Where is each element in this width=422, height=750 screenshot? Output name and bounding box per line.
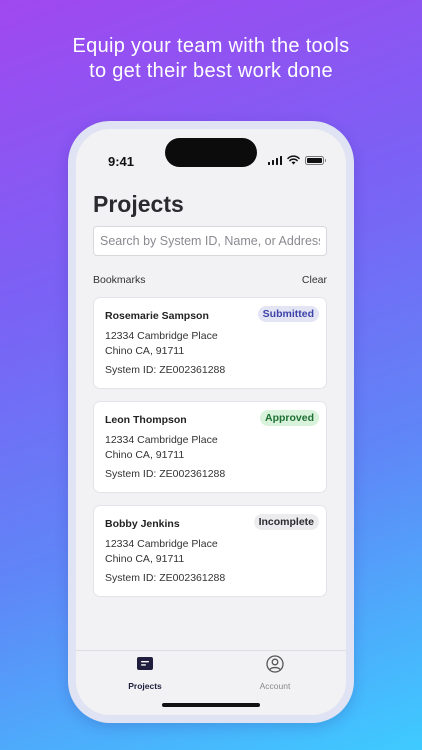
- project-address: 12334 Cambridge Place Chino CA, 91711: [105, 433, 218, 462]
- status-badge: Approved: [259, 410, 319, 426]
- phone-frame: 9:41 Projects Bookmarks Clear Rosemarie: [68, 121, 354, 723]
- dynamic-island: [165, 138, 257, 167]
- headline-line-2: to get their best work done: [89, 60, 333, 82]
- address-line-1: 12334 Cambridge Place: [105, 538, 218, 550]
- bookmarks-label: Bookmarks: [93, 274, 146, 286]
- status-badge: Submitted: [257, 306, 319, 322]
- project-card[interactable]: Rosemarie Sampson Submitted 12334 Cambri…: [93, 297, 327, 389]
- project-name: Leon Thompson: [105, 414, 187, 426]
- address-line-2: Chino CA, 91711: [105, 344, 185, 357]
- battery-icon: [305, 155, 326, 165]
- system-id: System ID: ZE002361288: [105, 468, 226, 480]
- tab-projects[interactable]: Projects: [110, 655, 180, 691]
- tab-projects-label: Projects: [128, 681, 162, 691]
- project-name: Rosemarie Sampson: [105, 310, 209, 322]
- address-line-1: 12334 Cambridge Place: [105, 434, 218, 446]
- search-input[interactable]: [93, 226, 327, 256]
- account-icon: [266, 655, 284, 673]
- address-line-2: Chino CA, 91711: [105, 552, 185, 565]
- project-address: 12334 Cambridge Place Chino CA, 91711: [105, 537, 218, 566]
- status-badge: Incomplete: [253, 514, 319, 530]
- marketing-headline: Equip your team with the tools to get th…: [0, 34, 422, 84]
- project-name: Bobby Jenkins: [105, 518, 180, 530]
- bookmarks-header: Bookmarks Clear: [93, 274, 327, 286]
- status-bar: 9:41: [76, 129, 346, 169]
- project-address: 12334 Cambridge Place Chino CA, 91711: [105, 329, 218, 358]
- cellular-signal-icon: [267, 155, 282, 165]
- home-indicator: [162, 703, 260, 707]
- headline-line-1: Equip your team with the tools: [72, 35, 350, 57]
- tab-account-label: Account: [259, 681, 291, 691]
- page-title: Projects: [93, 191, 184, 217]
- status-icons: [267, 155, 326, 165]
- phone-screen: 9:41 Projects Bookmarks Clear Rosemarie: [76, 129, 346, 715]
- tab-account[interactable]: Account: [240, 655, 310, 691]
- project-card[interactable]: Leon Thompson Approved 12334 Cambridge P…: [93, 401, 327, 493]
- wifi-icon: [287, 155, 300, 165]
- project-card[interactable]: Bobby Jenkins Incomplete 12334 Cambridge…: [93, 505, 327, 597]
- address-line-2: Chino CA, 91711: [105, 448, 185, 461]
- projects-icon: [137, 657, 153, 670]
- clear-bookmarks-button[interactable]: Clear: [302, 274, 327, 286]
- system-id: System ID: ZE002361288: [105, 364, 226, 376]
- system-id: System ID: ZE002361288: [105, 572, 226, 584]
- address-line-1: 12334 Cambridge Place: [105, 330, 218, 342]
- status-time: 9:41: [108, 154, 135, 169]
